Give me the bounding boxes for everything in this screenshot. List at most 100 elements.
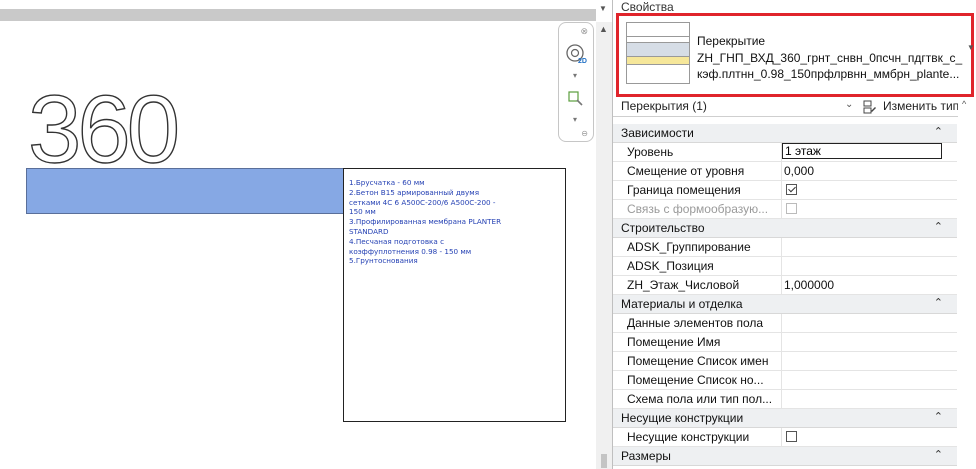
panel-vertical-scrollbar[interactable]: ^ xyxy=(958,99,976,469)
property-group-header[interactable]: Несущие конструкции ⌃ xyxy=(613,409,957,428)
property-row: Помещение Список имен xyxy=(613,352,974,371)
property-name: Несущие конструкции xyxy=(627,430,750,444)
property-row: Схема пола или тип пол... xyxy=(613,390,974,409)
svg-text:2D: 2D xyxy=(578,58,587,65)
property-value: 1,000000 xyxy=(784,278,835,292)
property-name: Связь с формообразую... xyxy=(627,202,769,216)
close-icon[interactable]: ⊗ xyxy=(580,26,588,37)
property-value-cell[interactable] xyxy=(781,428,957,446)
property-group-header[interactable]: Строительство ⌃ xyxy=(613,219,957,238)
floor-slab-element[interactable] xyxy=(26,168,344,214)
properties-grid: Зависимости ⌃ Уровень 1 этаж Смещение от уро… xyxy=(613,124,974,466)
note-line: 5.Грунтоснования xyxy=(349,256,418,266)
chevron-down-icon[interactable]: ▾ xyxy=(573,115,577,124)
note-line: сетками 4С 6 А500С-200/6 А500С-200 - xyxy=(349,197,496,207)
property-name: ADSK_Позиция xyxy=(627,259,714,273)
drawing-canvas[interactable]: 360 1.Брусчатка - 60 мм 2.Бетон В15 армир… xyxy=(0,0,596,469)
property-group-title: Зависимости xyxy=(621,126,694,140)
element-filter-row: Перекрытия (1) ⌄ Изменить тип xyxy=(613,99,976,117)
scroll-up-icon[interactable]: ▲ xyxy=(599,24,608,34)
properties-panel: Свойства Перекрытие ZH_ГНП_ВХД_360_грнт_… xyxy=(612,0,976,469)
steering-wheel-2d-icon[interactable]: 2D xyxy=(565,43,587,65)
property-row: Помещение Имя xyxy=(613,333,974,352)
property-value-cell[interactable] xyxy=(781,371,974,389)
property-value-cell[interactable] xyxy=(781,333,974,351)
checkbox[interactable] xyxy=(786,184,797,195)
type-name: Перекрытие ZH_ГНП_ВХД_360_грнт_снвн_0псч… xyxy=(697,34,963,81)
edit-type-icon[interactable] xyxy=(863,100,877,114)
scroll-up-icon[interactable]: ^ xyxy=(962,99,966,109)
dimension-label: 360 xyxy=(27,76,181,183)
property-group-title: Несущие конструкции xyxy=(621,411,744,425)
collapse-icon[interactable]: ⌃ xyxy=(934,296,943,309)
customize-icon[interactable]: ⊖ xyxy=(581,129,588,138)
checkbox xyxy=(786,203,797,214)
scroll-thumb[interactable] xyxy=(601,454,607,468)
property-row: Связь с формообразую... xyxy=(613,200,957,219)
property-group-title: Размеры xyxy=(621,449,671,463)
property-name: Схема пола или тип пол... xyxy=(627,392,773,406)
property-value-cell[interactable]: 1 этаж xyxy=(781,143,957,161)
property-name: ZH_Этаж_Числовой xyxy=(627,278,740,292)
note-line: 3.Профилированная мембрана PLANTER xyxy=(349,217,502,227)
property-value: 0,000 xyxy=(784,164,815,178)
note-line: 2.Бетон В15 армированный двумя xyxy=(349,187,480,197)
type-dropdown-arrow-icon[interactable]: ▾ xyxy=(968,42,973,53)
property-row: Граница помещения xyxy=(613,181,957,200)
checkbox[interactable] xyxy=(786,431,797,442)
property-group-header[interactable]: Зависимости ⌃ xyxy=(613,124,957,143)
note-line: STANDARD xyxy=(349,226,389,236)
note-line: 1.Брусчатка - 60 мм xyxy=(349,178,425,187)
chevron-down-icon[interactable]: ▾ xyxy=(573,71,577,80)
chevron-down-icon[interactable]: ⌄ xyxy=(845,99,853,110)
element-filter-dropdown[interactable]: Перекрытия (1) xyxy=(621,99,707,113)
navigation-bar: ⊗ 2D ▾ ▾ ⊖ xyxy=(558,22,594,142)
property-name: Смещение от уровня xyxy=(627,164,745,178)
note-line: коэффуплотнения 0.98 - 150 мм xyxy=(349,246,472,256)
property-name: Помещение Список имен xyxy=(627,354,769,368)
property-value-cell[interactable]: 1,000000 xyxy=(781,276,974,294)
property-group-header[interactable]: Материалы и отделка ⌃ xyxy=(613,295,957,314)
property-value-cell[interactable] xyxy=(781,257,974,275)
collapse-icon[interactable]: ⌃ xyxy=(934,410,943,423)
property-value-cell[interactable] xyxy=(781,352,974,370)
property-value-cell[interactable]: 0,000 xyxy=(781,162,957,180)
property-row: Несущие конструкции xyxy=(613,428,957,447)
type-selector[interactable]: Перекрытие ZH_ГНП_ВХД_360_грнт_снвн_0псч… xyxy=(616,13,974,97)
edit-type-button[interactable]: Изменить тип xyxy=(883,99,959,113)
zoom-region-icon[interactable] xyxy=(568,91,584,107)
note-line: 150 мм xyxy=(349,207,376,217)
property-name: ADSK_Группирование xyxy=(627,240,751,254)
property-value-cell[interactable] xyxy=(781,181,957,199)
floor-type-preview-icon xyxy=(626,22,690,84)
property-group-title: Материалы и отделка xyxy=(621,297,743,311)
collapse-icon[interactable]: ⌃ xyxy=(934,448,943,461)
property-name: Помещение Имя xyxy=(627,335,721,349)
canvas-vertical-scrollbar[interactable]: ▲ xyxy=(596,22,612,469)
collapse-icon[interactable]: ⌃ xyxy=(934,220,943,233)
property-group-title: Строительство xyxy=(621,221,705,235)
property-name: Помещение Список но... xyxy=(627,373,764,387)
collapse-icon[interactable]: ⌃ xyxy=(934,125,943,138)
property-value-cell[interactable] xyxy=(781,390,974,408)
property-row: Смещение от уровня 0,000 xyxy=(613,162,957,181)
property-row: ADSK_Группирование xyxy=(613,238,974,257)
property-row: Уровень 1 этаж xyxy=(613,143,957,162)
chevron-down-icon[interactable]: ▼ xyxy=(599,4,607,13)
property-value-cell[interactable] xyxy=(781,200,957,218)
note-line: 4.Песчаная подготовка с xyxy=(349,236,445,246)
property-name: Уровень xyxy=(627,145,674,159)
property-value-cell[interactable] xyxy=(781,314,974,332)
property-row: ADSK_Позиция xyxy=(613,257,974,276)
layer-notes-box[interactable]: 1.Брусчатка - 60 мм 2.Бетон В15 армирован… xyxy=(343,168,566,422)
property-group-header[interactable]: Размеры ⌃ xyxy=(613,447,957,466)
property-row: Помещение Список но... xyxy=(613,371,974,390)
property-row: Данные элементов пола xyxy=(613,314,974,333)
property-name: Данные элементов пола xyxy=(627,316,764,330)
property-name: Граница помещения xyxy=(627,183,741,197)
property-row: ZH_Этаж_Числовой 1,000000 xyxy=(613,276,974,295)
level-input[interactable]: 1 этаж xyxy=(782,143,942,159)
property-value-cell[interactable] xyxy=(781,238,974,256)
panel-title: Свойства xyxy=(621,0,674,14)
view-header-strip xyxy=(0,9,596,21)
